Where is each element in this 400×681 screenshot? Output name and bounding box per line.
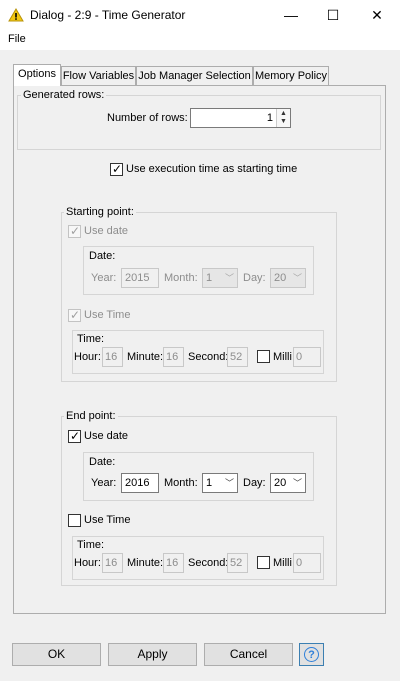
end-milli-input[interactable]: 0 [293, 553, 321, 573]
end-time-title: Time: [77, 539, 105, 551]
end-year-label: Year: [91, 477, 117, 489]
use-execution-time-checkbox[interactable]: ✓ [110, 162, 123, 176]
start-time-title: Time: [77, 333, 105, 345]
start-date-title: Date: [89, 250, 116, 262]
chevron-down-icon: ﹀ [292, 478, 302, 488]
start-hour-input[interactable]: 16 [102, 347, 123, 367]
start-use-time-checkbox[interactable]: ✓ [68, 308, 81, 322]
checkmark-icon: ✓ [70, 224, 81, 238]
start-milli-input[interactable]: 0 [293, 347, 321, 367]
spin-up-icon[interactable]: ▲ [277, 110, 290, 118]
end-use-date-label: Use date [84, 430, 129, 442]
start-second-input[interactable]: 52 [227, 347, 248, 367]
starting-point-title: Starting point: [64, 206, 136, 218]
end-minute-label: Minute: [127, 557, 164, 569]
start-use-date-checkbox[interactable]: ✓ [68, 224, 81, 238]
end-second-input[interactable]: 52 [227, 553, 248, 573]
window-title: Dialog - 2:9 - Time Generator [30, 8, 186, 22]
end-hour-label: Hour: [74, 557, 101, 569]
chevron-down-icon: ﹀ [292, 273, 302, 283]
generated-rows-title: Generated rows: [21, 89, 107, 101]
tab-memory-policy[interactable]: Memory Policy [253, 66, 329, 85]
start-minute-input[interactable]: 16 [163, 347, 184, 367]
use-execution-time-label: Use execution time as starting time [126, 163, 298, 175]
start-month-label: Month: [164, 272, 198, 284]
start-second-label: Second: [188, 351, 229, 363]
minimize-button[interactable]: — [268, 0, 314, 30]
start-minute-label: Minute: [127, 351, 164, 363]
start-year-input[interactable]: 2015 [121, 268, 159, 288]
menu-file[interactable]: File [8, 33, 26, 45]
checkmark-icon: ✓ [70, 308, 81, 322]
end-month-label: Month: [164, 477, 198, 489]
end-day-label: Day: [243, 477, 266, 489]
number-of-rows-spinner[interactable]: ▲ ▼ [276, 109, 290, 127]
checkmark-icon: ✓ [70, 429, 81, 443]
end-use-date-checkbox[interactable]: ✓ [68, 429, 81, 443]
menu-bar [0, 30, 400, 50]
end-date-title: Date: [89, 456, 116, 468]
checkmark-icon: ✓ [112, 162, 123, 176]
start-day-select[interactable]: 20 ﹀ [270, 268, 306, 288]
end-year-input[interactable]: 2016 [121, 473, 159, 493]
start-milli-checkbox[interactable] [257, 350, 270, 363]
end-point-title: End point: [64, 410, 118, 422]
help-button[interactable]: ? [299, 643, 324, 666]
start-use-date-label: Use date [84, 225, 129, 237]
end-month-value: 1 [206, 477, 213, 489]
end-month-select[interactable]: 1 ﹀ [202, 473, 238, 493]
close-button[interactable]: ✕ [354, 0, 400, 30]
chevron-down-icon: ﹀ [224, 478, 234, 488]
start-year-label: Year: [91, 272, 117, 284]
end-milli-checkbox[interactable] [257, 556, 270, 569]
start-hour-label: Hour: [74, 351, 101, 363]
apply-button[interactable]: Apply [108, 643, 197, 666]
tab-flow-variables[interactable]: Flow Variables [61, 66, 136, 85]
end-hour-input[interactable]: 16 [102, 553, 123, 573]
chevron-down-icon: ﹀ [224, 273, 234, 283]
end-milli-label: Milli: [273, 557, 295, 569]
start-use-time-label: Use Time [84, 309, 131, 321]
number-of-rows-label: Number of rows: [107, 112, 188, 124]
start-day-value: 20 [274, 272, 287, 284]
start-month-select[interactable]: 1 ﹀ [202, 268, 238, 288]
end-day-value: 20 [274, 477, 287, 489]
end-second-label: Second: [188, 557, 229, 569]
ok-button[interactable]: OK [12, 643, 101, 666]
spin-down-icon[interactable]: ▼ [277, 118, 290, 126]
help-icon: ? [304, 647, 319, 662]
tab-job-manager-selection[interactable]: Job Manager Selection [136, 66, 253, 85]
end-minute-input[interactable]: 16 [163, 553, 184, 573]
cancel-button[interactable]: Cancel [204, 643, 293, 666]
warning-icon [8, 8, 24, 22]
maximize-button[interactable]: ☐ [310, 0, 356, 30]
start-milli-label: Milli: [273, 351, 295, 363]
end-use-time-checkbox[interactable] [68, 514, 81, 527]
start-day-label: Day: [243, 272, 266, 284]
tab-options[interactable]: Options [13, 64, 61, 86]
start-month-value: 1 [206, 272, 213, 284]
end-use-time-label: Use Time [84, 514, 131, 526]
end-day-select[interactable]: 20 ﹀ [270, 473, 306, 493]
